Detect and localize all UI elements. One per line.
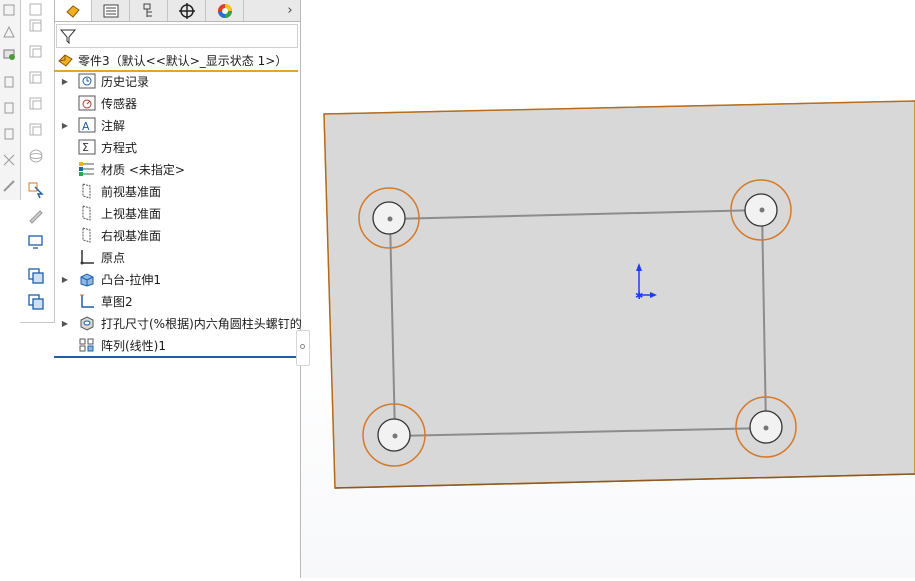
box-icon[interactable] — [26, 16, 46, 36]
tree-item-label: 草图2 — [101, 294, 133, 309]
tree-item-label: 右视基准面 — [101, 228, 162, 243]
plate-face[interactable] — [323, 100, 915, 489]
part-icon — [58, 54, 73, 67]
tool-icon[interactable] — [0, 72, 18, 92]
tab-configurationmanager[interactable] — [130, 0, 168, 21]
box-icon[interactable] — [26, 94, 46, 114]
box-icon[interactable] — [26, 120, 46, 140]
tree-item-label: 历史记录 — [101, 74, 150, 89]
expand-arrow-icon[interactable]: ▶ — [60, 114, 70, 136]
tree-item-origin[interactable]: 原点 — [54, 246, 300, 268]
tree-item-material[interactable]: 材质 <未指定> — [54, 158, 300, 180]
svg-text:Σ: Σ — [82, 141, 89, 154]
tool-icon[interactable] — [0, 0, 18, 20]
tree-item-sketch2[interactable]: 草图2 — [54, 290, 300, 312]
tree-item-equations[interactable]: Σ 方程式 — [54, 136, 300, 158]
tree-item-label: 传感器 — [101, 96, 138, 111]
model-view[interactable]: ✱ — [300, 0, 915, 578]
plane-icon — [78, 183, 96, 199]
feature-manager-panel: › 零件3（默认<<默认>_显示状态 1>） ▶ 历史记录 传感器 ▶ A 注解 — [0, 0, 302, 578]
tree-item-label: 注解 — [101, 118, 126, 133]
part-root-label: 零件3（默认<<默认>_显示状态 1>） — [78, 53, 288, 68]
box-icon[interactable] — [26, 68, 46, 88]
filter-icon — [59, 29, 77, 45]
feature-manager-icon — [66, 4, 80, 18]
plane-icon — [78, 227, 96, 243]
tab-dimxpert[interactable] — [168, 0, 206, 21]
plane-icon — [78, 205, 96, 221]
tree-item-front-plane[interactable]: 前视基准面 — [54, 180, 300, 202]
command-strip-secondary — [20, 0, 55, 323]
hole-wizard-icon — [78, 315, 96, 331]
tool-icon[interactable] — [0, 44, 18, 64]
tree-item-label: 凸台-拉伸1 — [101, 272, 161, 287]
tool-icon[interactable] — [0, 176, 18, 196]
equation-icon: Σ — [78, 139, 96, 155]
copy-icon[interactable] — [26, 266, 46, 286]
tree-item-annotations[interactable]: ▶ A 注解 — [54, 114, 300, 136]
box-icon[interactable] — [26, 42, 46, 62]
edit-icon[interactable] — [26, 206, 46, 226]
tree-item-label: 打孔尺寸(%根据)内六角圆柱头螺钉的 — [101, 316, 302, 331]
tree-item-label: 原点 — [101, 250, 126, 265]
tree-root-part[interactable]: 零件3（默认<<默认>_显示状态 1>） — [54, 50, 298, 72]
svg-text:A: A — [82, 120, 90, 133]
tree-item-label: 方程式 — [101, 140, 138, 155]
tree-filter[interactable] — [56, 24, 298, 48]
rollback-bar[interactable] — [54, 356, 296, 358]
svg-text:✱: ✱ — [635, 291, 643, 302]
command-strip — [0, 0, 21, 200]
origin-icon — [78, 249, 96, 265]
tree-item-sensors[interactable]: 传感器 — [54, 92, 300, 114]
expand-arrow-icon[interactable]: ▶ — [60, 312, 70, 334]
tab-featuremanager[interactable] — [54, 0, 92, 21]
tool-icon[interactable] — [0, 124, 18, 144]
configuration-manager-icon — [143, 3, 152, 17]
sensor-icon — [78, 95, 96, 111]
tab-display-manager[interactable] — [206, 0, 244, 21]
color-wheel-icon — [217, 3, 232, 18]
panel-collapse-handle[interactable] — [296, 330, 310, 366]
tree-item-label: 材质 <未指定> — [101, 162, 185, 177]
tree-item-history[interactable]: ▶ 历史记录 — [54, 70, 300, 92]
tree-item-linear-pattern1[interactable]: 阵列(线性)1 — [54, 334, 300, 356]
tool-icon[interactable] — [0, 150, 18, 170]
tab-propertymanager[interactable] — [92, 0, 130, 21]
extrude-icon — [78, 271, 96, 287]
linear-pattern-icon — [78, 337, 96, 353]
tree-item-top-plane[interactable]: 上视基准面 — [54, 202, 300, 224]
tool-icon[interactable] — [0, 98, 18, 118]
tree-item-right-plane[interactable]: 右视基准面 — [54, 224, 300, 246]
expand-arrow-icon[interactable]: ▶ — [60, 268, 70, 290]
property-manager-icon — [103, 4, 118, 17]
crosshair-icon — [178, 2, 195, 19]
copy-icon[interactable] — [26, 292, 46, 312]
tab-more-button[interactable]: › — [280, 0, 300, 21]
expand-arrow-icon[interactable]: ▶ — [60, 70, 70, 92]
tree-item-label: 上视基准面 — [101, 206, 162, 221]
manager-tabbar: › — [54, 0, 300, 22]
sphere-icon[interactable] — [26, 146, 46, 166]
annotation-icon: A — [78, 117, 96, 133]
tool-icon[interactable] — [0, 22, 18, 42]
select-sketch-icon[interactable] — [26, 180, 46, 200]
tree-item-label: 前视基准面 — [101, 184, 162, 199]
tree-item-hole-wizard[interactable]: ▶ 打孔尺寸(%根据)内六角圆柱头螺钉的 — [54, 312, 302, 334]
material-icon — [78, 161, 96, 177]
sketch-icon — [78, 293, 96, 309]
tree-item-boss-extrude1[interactable]: ▶ 凸台-拉伸1 — [54, 268, 300, 290]
display-icon[interactable] — [26, 232, 46, 252]
history-icon — [78, 73, 96, 89]
graphics-area[interactable]: ✱ — [300, 0, 915, 578]
tree-item-label: 阵列(线性)1 — [101, 338, 166, 353]
